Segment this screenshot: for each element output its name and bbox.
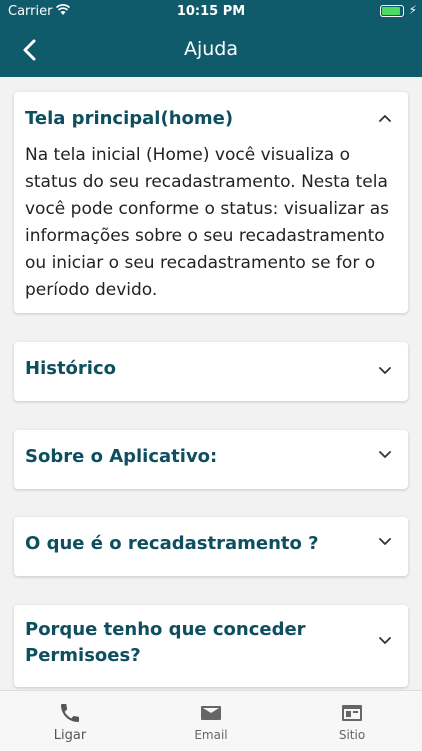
tab-ligar[interactable]: Ligar xyxy=(0,691,140,751)
accordion-content: Na tela inicial (Home) você visualiza o … xyxy=(25,145,389,300)
status-time: 10:15 PM xyxy=(176,4,246,19)
tab-label: Ligar xyxy=(53,728,87,743)
email-icon xyxy=(201,706,221,720)
accordion-item-home[interactable]: Tela principal(home) Na tela inicial (Ho… xyxy=(14,92,408,313)
tab-sitio[interactable]: Sitio xyxy=(282,691,422,751)
page-title: Ajuda xyxy=(183,38,239,60)
chevron-down-icon[interactable] xyxy=(378,535,392,549)
battery-icon xyxy=(380,5,404,17)
accordion-item-permissoes[interactable]: Porque tenho que conceder Permisoes? xyxy=(14,605,408,687)
help-list: Tela principal(home) Na tela inicial (Ho… xyxy=(0,77,422,690)
tab-bar: Ligar Email Sitio xyxy=(0,690,422,751)
phone-icon xyxy=(61,704,79,722)
accordion-title: Histórico xyxy=(25,358,117,379)
accordion-item-sobre[interactable]: Sobre o Aplicativo: xyxy=(14,430,408,489)
tab-email[interactable]: Email xyxy=(141,691,281,751)
chevron-up-icon[interactable] xyxy=(378,111,392,125)
accordion-title: Porque tenho que conceder Permisoes? xyxy=(25,619,306,666)
browser-icon xyxy=(342,705,362,721)
chevron-down-icon[interactable] xyxy=(378,448,392,462)
tab-label: Sitio xyxy=(338,728,366,742)
chevron-down-icon[interactable] xyxy=(378,364,392,378)
status-bar: Carrier 10:15 PM ⚡ xyxy=(0,0,422,22)
tab-label: Email xyxy=(194,728,228,742)
charging-icon: ⚡ xyxy=(408,3,417,17)
chevron-down-icon[interactable] xyxy=(378,634,392,648)
accordion-item-recadastramento[interactable]: O que é o recadastramento ? xyxy=(14,517,408,576)
accordion-item-historico[interactable]: Histórico xyxy=(14,342,408,401)
accordion-title: Tela principal(home) xyxy=(25,108,234,129)
top-bar: Carrier 10:15 PM ⚡ Ajuda xyxy=(0,0,422,77)
accordion-title: Sobre o Aplicativo: xyxy=(25,446,218,467)
accordion-title: O que é o recadastramento ? xyxy=(25,533,319,554)
